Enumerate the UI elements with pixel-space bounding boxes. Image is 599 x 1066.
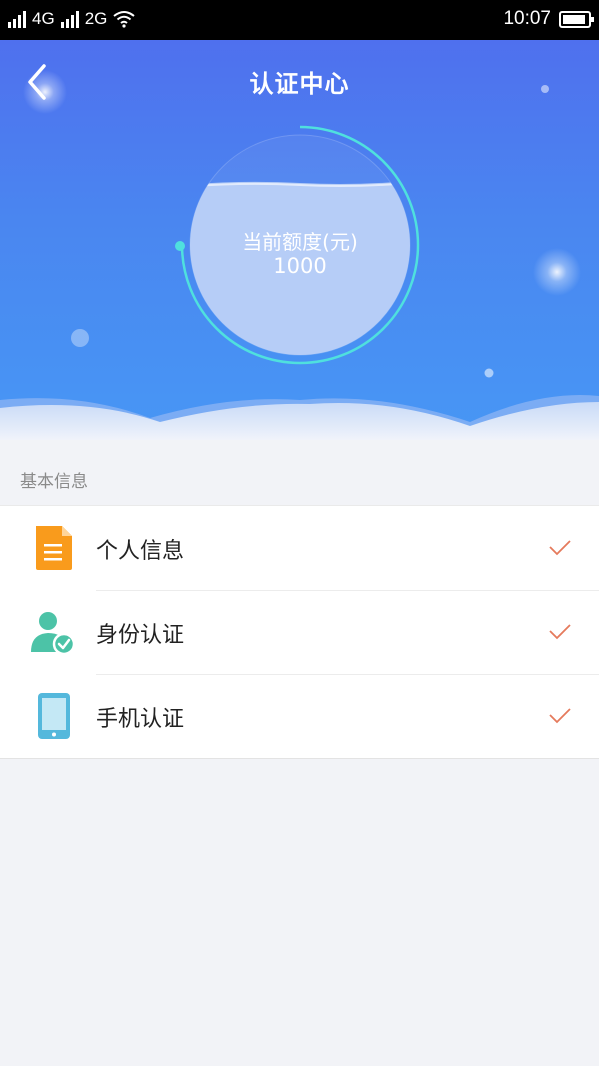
quota-value: 1000 [273,254,327,278]
section-title: 基本信息 [20,472,88,492]
item-label: 身份认证 [96,623,185,648]
battery-icon [559,10,594,28]
status-bar: 4G 2G 10:07 [0,0,599,40]
verification-list: 个人信息 身份认证 手机认证 [0,505,599,759]
list-item-identity-verification[interactable]: 身份认证 [0,590,599,674]
list-item-phone-verification[interactable]: 手机认证 [0,674,599,758]
check-icon [549,624,571,640]
signal-strength-icon [8,10,26,28]
item-label: 个人信息 [96,539,185,564]
user-check-icon [31,612,76,656]
hero-banner: 认证中心 当前额度(元) 1000 [0,40,599,440]
signal-strength-icon [60,10,79,28]
list-item-personal-info[interactable]: 个人信息 [0,506,599,590]
network-type-1: 4G [32,9,55,28]
phone-icon [38,693,70,739]
check-icon [549,708,571,724]
check-icon [549,540,571,556]
clock: 10:07 [503,8,551,29]
quota-label: 当前额度(元) [242,230,358,254]
wifi-icon [113,11,135,28]
page-title: 认证中心 [249,70,350,98]
document-icon [36,526,72,570]
network-type-2: 2G [84,9,108,28]
item-label: 手机认证 [96,707,185,732]
